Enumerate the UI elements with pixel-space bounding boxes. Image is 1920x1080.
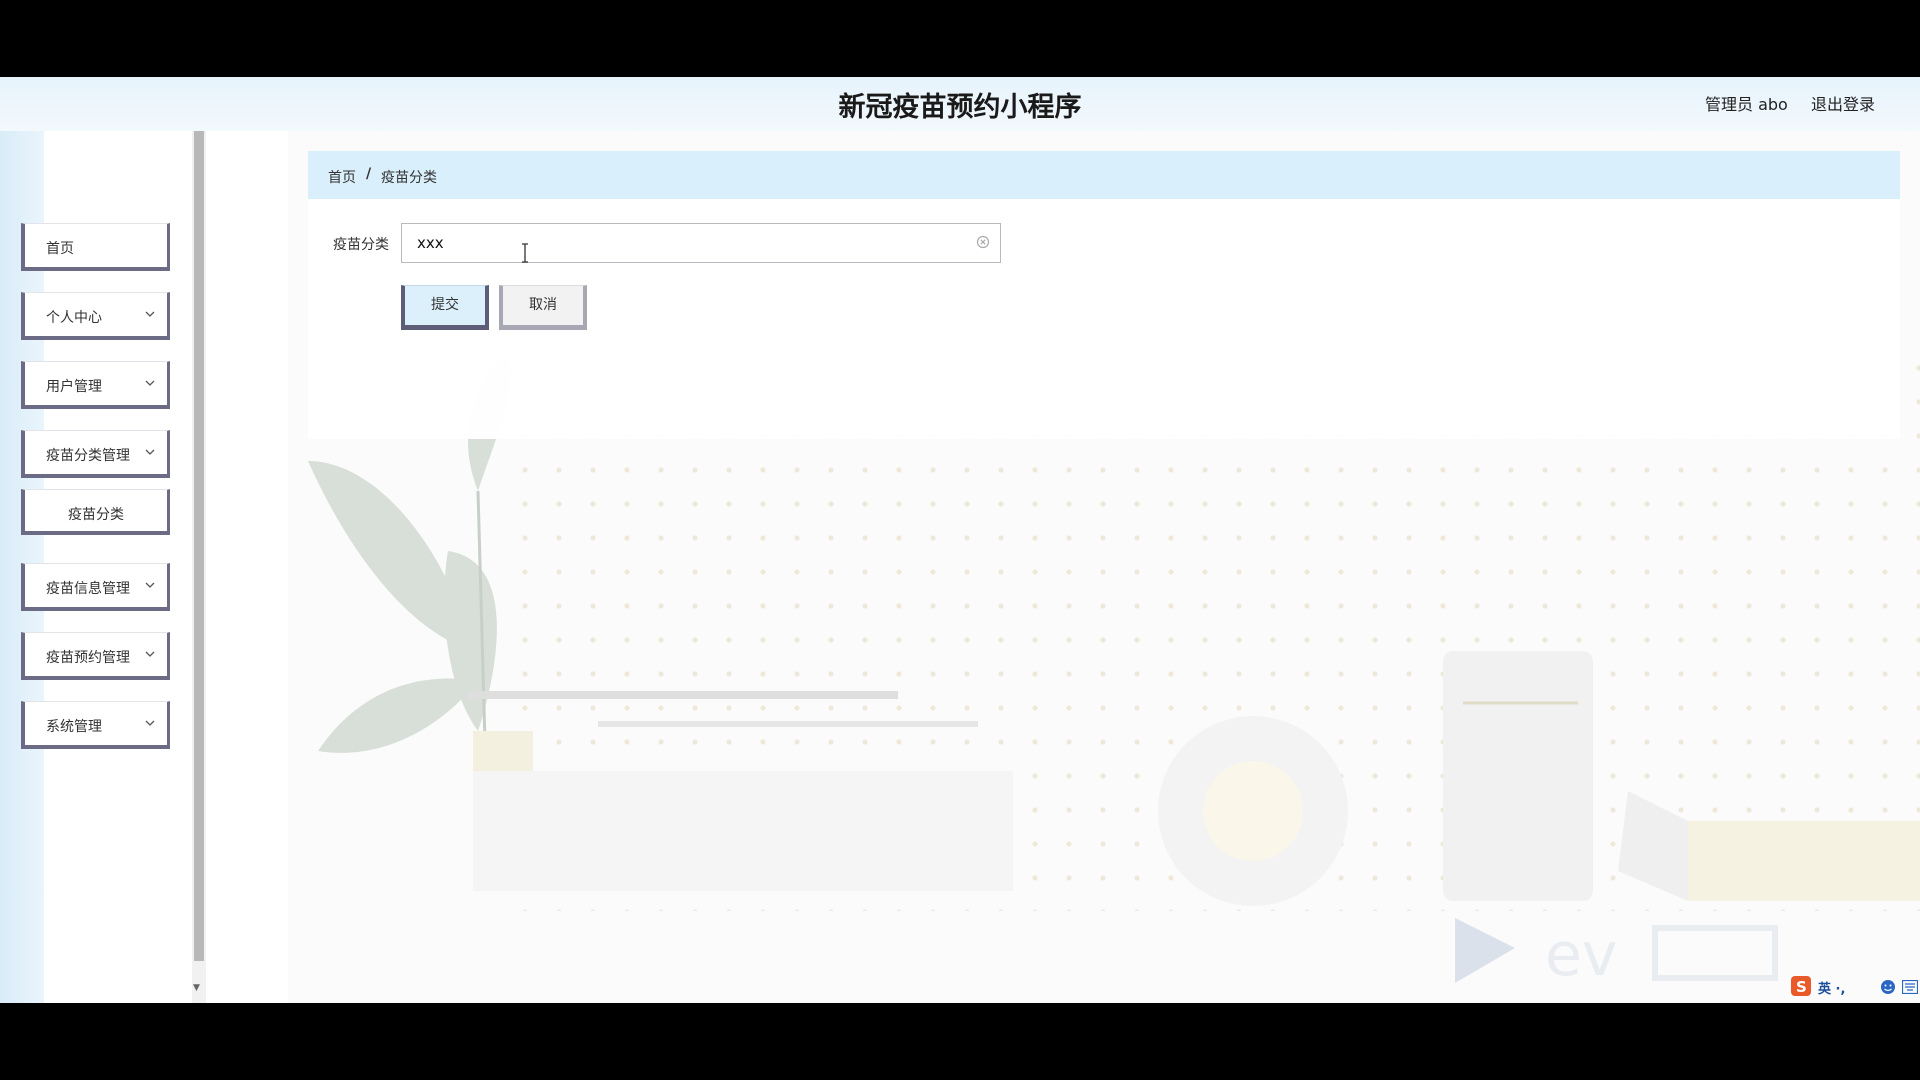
chevron-down-icon (145, 651, 155, 657)
breadcrumb-separator: / (366, 166, 372, 182)
sidebar-item-system-management[interactable]: 系统管理 (21, 701, 170, 749)
keyboard-icon[interactable] (1902, 980, 1918, 994)
svg-text:S: S (1796, 978, 1807, 996)
sidebar-item-user-management[interactable]: 用户管理 (21, 361, 170, 409)
sidebar-item-home[interactable]: 首页 (21, 223, 170, 271)
svg-text:ev: ev (1545, 920, 1617, 990)
submit-button[interactable]: 提交 (401, 285, 489, 330)
breadcrumb-current: 疫苗分类 (381, 170, 437, 186)
sogou-ime-icon[interactable]: S (1790, 975, 1812, 997)
current-user-label: 管理员 abo (1705, 95, 1788, 114)
sidebar-item-label: 用户管理 (46, 379, 102, 395)
sidebar-item-label: 疫苗信息管理 (46, 581, 130, 597)
sidebar-item-label: 疫苗分类管理 (46, 448, 130, 464)
sidebar-item-vaccine-category-management[interactable]: 疫苗分类管理 (21, 430, 170, 478)
ime-mode-label[interactable]: 英 ·, (1818, 978, 1845, 997)
clear-input-icon[interactable] (975, 234, 991, 250)
chevron-down-icon (145, 380, 155, 386)
sidebar-item-vaccine-info-management[interactable]: 疫苗信息管理 (21, 563, 170, 611)
breadcrumb: 首页 / 疫苗分类 (308, 151, 1900, 199)
browser-viewport: 新冠疫苗预约小程序 管理员 abo 退出登录 首页 个人中心 用户管理 疫苗分类… (0, 77, 1920, 1003)
scroll-down-arrow-icon[interactable]: ▼ (193, 983, 200, 993)
sidebar-item-label: 疫苗预约管理 (46, 650, 130, 666)
app-header: 新冠疫苗预约小程序 管理员 abo 退出登录 (0, 77, 1920, 131)
app-title: 新冠疫苗预约小程序 (838, 92, 1082, 123)
sidebar-item-vaccine-booking-management[interactable]: 疫苗预约管理 (21, 632, 170, 680)
ev-watermark-logo: ev (1455, 918, 1778, 990)
logout-link[interactable]: 退出登录 (1811, 91, 1875, 115)
emoji-icon[interactable] (1880, 979, 1896, 995)
chevron-down-icon (145, 720, 155, 726)
sidebar-item-label: 个人中心 (46, 310, 102, 326)
ime-tray: S 英 ·, (1790, 975, 1920, 1001)
sidebar-item-label: 首页 (46, 241, 74, 257)
text-cursor-icon (522, 243, 528, 263)
chevron-down-icon (145, 449, 155, 455)
sidebar-item-label: 系统管理 (46, 719, 102, 735)
sidebar-subitem-vaccine-category[interactable]: 疫苗分类 (21, 489, 170, 535)
chevron-down-icon (145, 311, 155, 317)
sidebar-menu: 首页 个人中心 用户管理 疫苗分类管理 疫苗分类 疫苗信息管理 疫苗预约管理 系… (0, 131, 192, 1003)
sidebar-scrollbar-thumb[interactable] (194, 131, 204, 961)
vaccine-category-input[interactable] (401, 223, 1001, 263)
sidebar-item-label: 疫苗分类 (68, 507, 124, 523)
sidebar-item-personal-center[interactable]: 个人中心 (21, 292, 170, 340)
cancel-button[interactable]: 取消 (499, 285, 587, 330)
vaccine-category-label: 疫苗分类 (333, 237, 389, 253)
breadcrumb-home-link[interactable]: 首页 (328, 167, 356, 187)
chevron-down-icon (145, 582, 155, 588)
